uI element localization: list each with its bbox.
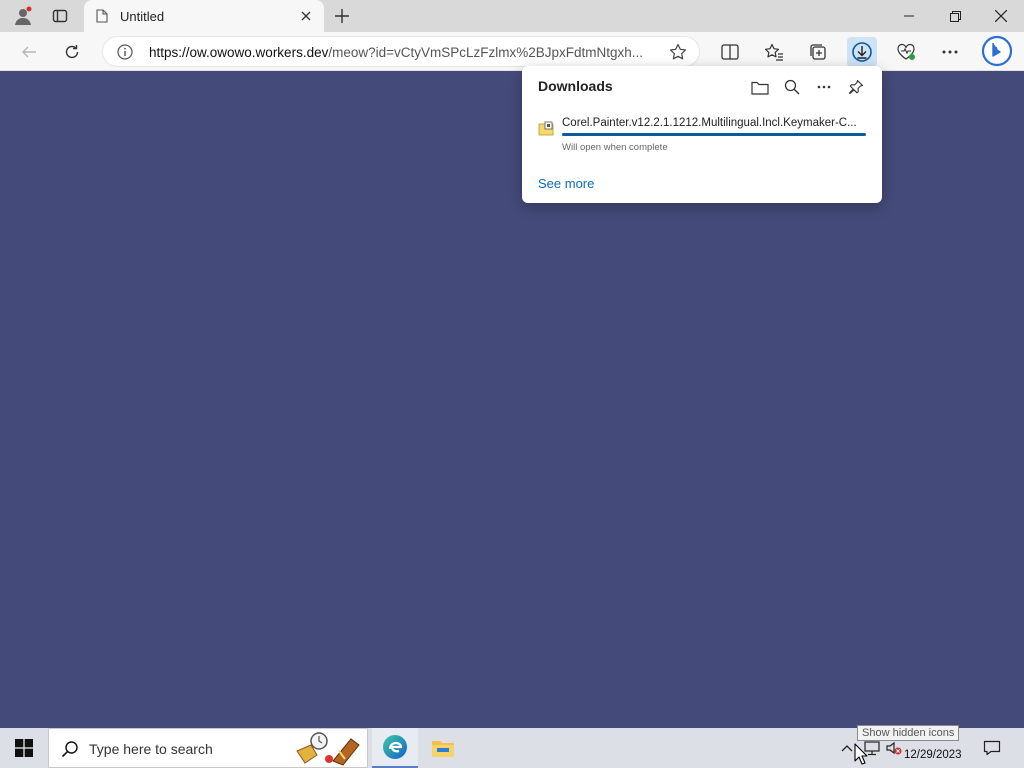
page-icon — [96, 9, 108, 28]
more-menu-icon[interactable] — [935, 37, 965, 67]
download-progress-bar — [562, 133, 866, 136]
url-path: /meow?id=vCtyVmSPcLzFzlmx%2BJpxFdtmNtgxh… — [328, 45, 644, 60]
tab-title: Untitled — [120, 9, 165, 24]
tab-untitled[interactable]: Untitled — [84, 0, 324, 32]
open-folder-icon[interactable] — [749, 76, 771, 98]
see-more-link[interactable]: See more — [538, 176, 594, 191]
download-status: Will open when complete — [562, 142, 668, 153]
address-bar[interactable]: https://ow.owowo.workers.dev/meow?id=vCt… — [102, 36, 700, 67]
url-host: https://ow.owowo.workers.dev — [149, 45, 329, 60]
clock-date[interactable]: 12/29/2023 — [904, 749, 962, 761]
tooltip: Show hidden icons — [857, 725, 960, 741]
downloads-button[interactable] — [847, 37, 877, 67]
new-tab-button[interactable] — [330, 4, 354, 28]
more-options-icon[interactable] — [813, 76, 835, 98]
notifications-icon[interactable] — [978, 728, 1006, 768]
download-progress-fill — [562, 133, 866, 136]
browser-essentials-icon[interactable] — [891, 37, 921, 67]
downloads-flyout: Downloads Corel.Painter.v12.2.1.1212.Mul… — [522, 66, 882, 203]
split-screen-icon[interactable] — [715, 37, 745, 67]
downloads-title: Downloads — [538, 78, 613, 94]
back-button[interactable] — [14, 37, 44, 67]
url-text[interactable]: https://ow.owowo.workers.dev/meow?id=vCt… — [149, 45, 659, 60]
file-explorer-icon[interactable] — [420, 728, 466, 768]
minimize-button[interactable] — [886, 0, 932, 32]
start-button[interactable] — [0, 728, 48, 768]
pin-icon[interactable] — [845, 76, 867, 98]
tab-strip: Untitled — [0, 0, 1024, 32]
site-info-icon[interactable] — [117, 44, 133, 65]
search-icon[interactable] — [781, 76, 803, 98]
tab-close-icon[interactable] — [296, 6, 316, 26]
close-window-button[interactable] — [978, 0, 1024, 32]
refresh-button[interactable] — [57, 37, 87, 67]
search-icon — [61, 740, 79, 763]
download-item[interactable]: Corel.Painter.v12.2.1.1212.Multilingual.… — [536, 116, 870, 158]
download-file-name: Corel.Painter.v12.2.1.1212.Multilingual.… — [562, 117, 857, 129]
taskbar-search[interactable]: Type here to search — [48, 728, 368, 768]
archive-file-icon — [538, 121, 554, 142]
mouse-cursor-icon — [854, 743, 868, 768]
profile-icon[interactable] — [8, 4, 38, 28]
restore-button[interactable] — [932, 0, 978, 32]
bing-copilot-icon[interactable] — [980, 34, 1014, 68]
search-placeholder: Type here to search — [89, 741, 213, 757]
collections-icon[interactable] — [803, 37, 833, 67]
tab-actions-icon[interactable] — [45, 4, 75, 28]
search-highlight-image[interactable] — [293, 731, 365, 768]
favorites-icon[interactable] — [759, 37, 789, 67]
edge-taskbar-icon[interactable] — [372, 728, 418, 768]
favorite-star-icon[interactable] — [669, 43, 687, 66]
